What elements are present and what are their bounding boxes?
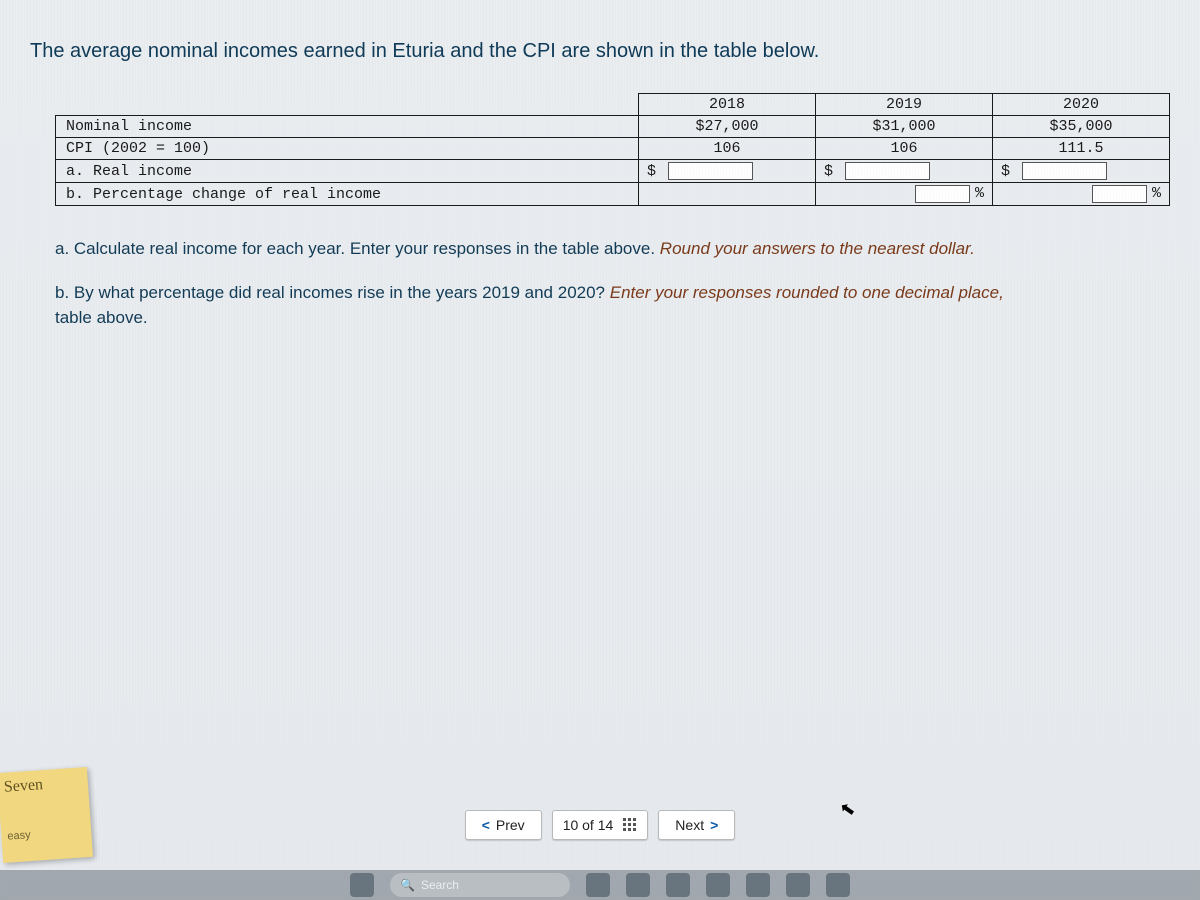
nominal-2018: $27,000 bbox=[639, 116, 816, 138]
prev-label: Prev bbox=[496, 817, 525, 833]
question-b-hint: Enter your responses rounded to one deci… bbox=[610, 283, 1004, 302]
taskbar: 🔍 Search bbox=[0, 870, 1200, 900]
dollar-sign: $ bbox=[824, 163, 836, 180]
chevron-right-icon: > bbox=[710, 817, 718, 833]
question-b-suffix: table above. bbox=[55, 308, 148, 327]
grid-icon bbox=[623, 818, 637, 832]
nominal-2020: $35,000 bbox=[992, 116, 1169, 138]
question-a-text: a. Calculate real income for each year. … bbox=[55, 239, 660, 258]
nominal-2019: $31,000 bbox=[816, 116, 993, 138]
question-b-text: b. By what percentage did real incomes r… bbox=[55, 283, 610, 302]
taskbar-app-1[interactable] bbox=[586, 873, 610, 897]
taskbar-search[interactable]: 🔍 Search bbox=[390, 873, 570, 897]
real-2020-input[interactable] bbox=[1022, 162, 1107, 180]
search-icon: 🔍 bbox=[400, 878, 415, 892]
real-2019-input[interactable] bbox=[845, 162, 930, 180]
sticky-line2: easy bbox=[7, 825, 86, 842]
col-2019: 2019 bbox=[816, 94, 993, 116]
content-area: The average nominal incomes earned in Et… bbox=[0, 0, 1200, 900]
cpi-2020: 111.5 bbox=[992, 138, 1169, 160]
row-cpi-label: CPI (2002 = 100) bbox=[56, 138, 639, 160]
taskbar-app-6[interactable] bbox=[786, 873, 810, 897]
income-table: 2018 2019 2020 Nominal income $27,000 $3… bbox=[55, 93, 1170, 206]
sticky-note: Seven easy bbox=[0, 767, 93, 863]
page-position[interactable]: 10 of 14 bbox=[552, 810, 649, 840]
intro-text: The average nominal incomes earned in Et… bbox=[0, 0, 1200, 83]
cpi-2018: 106 bbox=[639, 138, 816, 160]
sticky-line1: Seven bbox=[3, 773, 82, 796]
chevron-left-icon: < bbox=[482, 817, 490, 833]
prev-button[interactable]: < Prev bbox=[465, 810, 542, 840]
pager: < Prev 10 of 14 Next > bbox=[0, 810, 1200, 840]
pct-2020-input[interactable] bbox=[1092, 185, 1147, 203]
start-icon[interactable] bbox=[350, 873, 374, 897]
taskbar-app-7[interactable] bbox=[826, 873, 850, 897]
percent-sign: % bbox=[1149, 185, 1161, 202]
next-label: Next bbox=[675, 817, 704, 833]
row-nominal-label: Nominal income bbox=[56, 116, 639, 138]
percent-sign: % bbox=[972, 185, 984, 202]
dollar-sign: $ bbox=[647, 163, 659, 180]
page-position-label: 10 of 14 bbox=[563, 817, 614, 833]
pct-2019-input[interactable] bbox=[915, 185, 970, 203]
col-2020: 2020 bbox=[992, 94, 1169, 116]
taskbar-app-3[interactable] bbox=[666, 873, 690, 897]
question-a-hint: Round your answers to the nearest dollar… bbox=[660, 239, 975, 258]
taskbar-app-4[interactable] bbox=[706, 873, 730, 897]
taskbar-app-5[interactable] bbox=[746, 873, 770, 897]
taskbar-app-2[interactable] bbox=[626, 873, 650, 897]
next-button[interactable]: Next > bbox=[658, 810, 735, 840]
row-real-label: a. Real income bbox=[56, 160, 639, 183]
question-block: a. Calculate real income for each year. … bbox=[0, 206, 1200, 331]
dollar-sign: $ bbox=[1001, 163, 1013, 180]
cpi-2019: 106 bbox=[816, 138, 993, 160]
search-placeholder: Search bbox=[421, 878, 459, 892]
col-2018: 2018 bbox=[639, 94, 816, 116]
real-2018-input[interactable] bbox=[668, 162, 753, 180]
row-pct-label: b. Percentage change of real income bbox=[56, 183, 639, 206]
